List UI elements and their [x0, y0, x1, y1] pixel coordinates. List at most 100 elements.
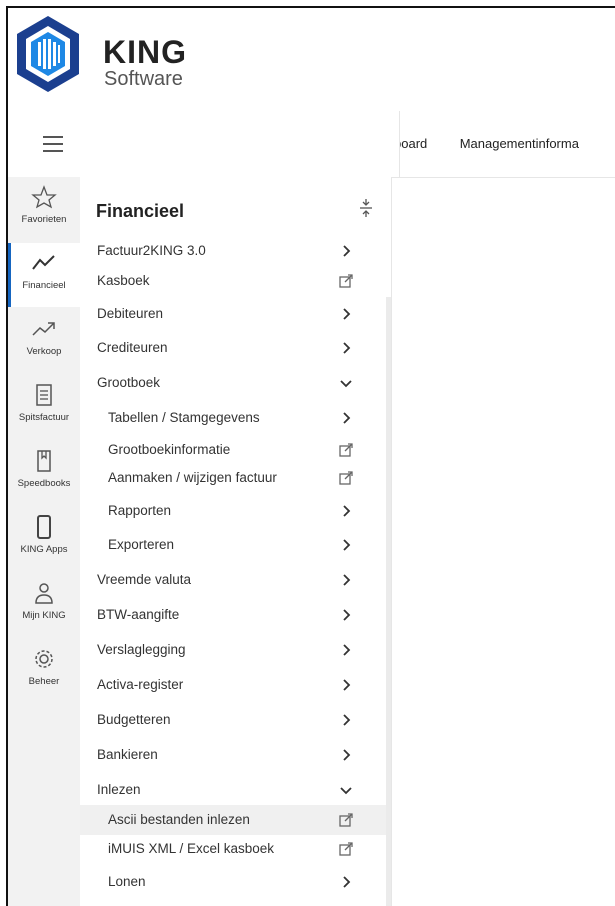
menu-item-label: Kasboek [97, 273, 150, 288]
menu-item-label: Inlezen [97, 782, 141, 797]
rail-item-favorieten[interactable]: Favorieten [8, 177, 80, 241]
external-link-icon [339, 842, 353, 856]
chevron-right-icon [343, 245, 351, 257]
hamburger-menu-icon[interactable] [43, 136, 63, 152]
rail-label: Favorieten [21, 214, 67, 225]
external-link-icon [339, 471, 353, 485]
menu-item[interactable]: Crediteuren [80, 333, 386, 363]
chevron-right-icon [343, 679, 351, 691]
menu-item-label: Ascii bestanden inlezen [108, 812, 250, 827]
rail-item-speedbooks[interactable]: Speedbooks [8, 441, 80, 505]
app-header: KING Software [8, 8, 615, 112]
menu-item-label: Grootboek [97, 375, 161, 390]
chevron-right-icon [343, 714, 351, 726]
frame-border-left [6, 6, 8, 906]
collapse-all-icon[interactable] [359, 198, 373, 218]
user-icon [35, 583, 53, 604]
menu-item-label: Grootboekinformatie [108, 442, 231, 457]
menu-item[interactable]: Bankieren [80, 740, 386, 770]
menu-item[interactable]: iMUIS XML / Excel kasboek [80, 834, 386, 864]
menu-item-label: Budgetteren [97, 712, 171, 727]
menu-scrollbar[interactable] [386, 297, 391, 906]
menu-item-label: Activa-register [97, 677, 184, 692]
menu-item[interactable]: Grootboek [80, 368, 386, 398]
chevron-right-icon [343, 876, 351, 888]
menu-item-label: Debiteuren [97, 306, 164, 321]
rail-label: KING Apps [20, 544, 68, 555]
rail-item-king-apps[interactable]: KING Apps [8, 507, 80, 571]
brand-tagline: Software [104, 68, 183, 90]
menu-item[interactable]: Aanmaken / wijzigen factuur [80, 463, 386, 493]
frame-border-top [6, 6, 615, 8]
rail-label: Spitsfactuur [18, 412, 70, 423]
financieel-menu: Financieel Factuur2KING 3.0 Kasboek Debite… [80, 177, 392, 906]
rail-item-verkoop[interactable]: Verkoop [8, 309, 80, 373]
phone-icon [37, 515, 51, 539]
tab-dashboard[interactable]: board [400, 111, 427, 177]
chevron-right-icon [343, 574, 351, 586]
module-rail: Favorieten Financieel Verkoop Spitsfactu… [8, 177, 80, 906]
external-link-icon [339, 443, 353, 457]
tab-managementinformatie[interactable]: Managementinforma [460, 111, 579, 177]
menu-item[interactable]: Activa-register [80, 670, 386, 700]
menu-item-label: Tabellen / Stamgegevens [108, 410, 260, 425]
menu-item[interactable]: Ascii bestanden inlezen [80, 805, 386, 835]
tab-bar: board Managementinforma [399, 111, 615, 177]
menu-item-label: Vreemde valuta [97, 572, 192, 587]
menu-item-label: Aanmaken / wijzigen factuur [108, 470, 277, 485]
menu-item[interactable]: Tabellen / Stamgegevens [80, 403, 386, 433]
chevron-right-icon [343, 342, 351, 354]
document-icon [36, 384, 52, 406]
menu-item[interactable]: Rapporten [80, 496, 386, 526]
chevron-right-icon [343, 308, 351, 320]
rail-item-beheer[interactable]: Beheer [8, 639, 80, 703]
menu-item-label: Bankieren [97, 747, 158, 762]
menu-title: Financieel [96, 201, 185, 221]
chevron-down-icon [340, 787, 352, 795]
menu-item[interactable]: Vreemde valuta [80, 565, 386, 595]
external-link-icon [339, 813, 353, 827]
menu-item-label: BTW-aangifte [97, 607, 180, 622]
menu-item-label: Verslaglegging [97, 642, 186, 657]
menu-item[interactable]: Factuur2KING 3.0 [80, 236, 386, 266]
menu-item[interactable]: Debiteuren [80, 299, 386, 329]
chevron-right-icon [343, 412, 351, 424]
chevron-right-icon [343, 749, 351, 761]
menu-item-label: Lonen [108, 874, 146, 889]
trend-up-icon [32, 322, 55, 336]
rail-label: Verkoop [26, 346, 62, 357]
brand-name: KING [103, 34, 187, 70]
menu-item-label: iMUIS XML / Excel kasboek [108, 841, 275, 856]
menu-item[interactable]: Budgetteren [80, 705, 386, 735]
chevron-right-icon [343, 539, 351, 551]
menu-item[interactable]: BTW-aangifte [80, 600, 386, 630]
menu-item[interactable]: Kasboek [80, 266, 386, 296]
rail-item-spitsfactuur[interactable]: Spitsfactuur [8, 375, 80, 439]
line-chart-icon [32, 255, 55, 270]
rail-label: Financieel [22, 280, 66, 291]
rail-item-mijn-king[interactable]: Mijn KING [8, 573, 80, 637]
menu-item[interactable]: Exporteren [80, 530, 386, 560]
top-bar: board Managementinforma [8, 111, 615, 178]
star-icon [31, 185, 57, 209]
menu-item-label: Factuur2KING 3.0 [97, 243, 206, 258]
menu-item-label: Crediteuren [97, 340, 168, 355]
chevron-right-icon [343, 644, 351, 656]
menu-item[interactable]: Inlezen [80, 775, 386, 805]
rail-item-financieel[interactable]: Financieel [8, 243, 80, 307]
rail-label: Mijn KING [22, 610, 66, 621]
external-link-icon [339, 274, 353, 288]
menu-item-label: Rapporten [108, 503, 172, 518]
menu-item[interactable]: Verslaglegging [80, 635, 386, 665]
chevron-right-icon [343, 609, 351, 621]
menu-item[interactable]: Lonen [80, 867, 386, 897]
king-logo-icon [17, 16, 79, 92]
gear-icon [35, 650, 53, 668]
book-icon [37, 450, 51, 472]
menu-item[interactable]: Grootboekinformatie [80, 435, 386, 465]
chevron-down-icon [340, 380, 352, 388]
menu-item-label: Exporteren [108, 537, 175, 552]
rail-label: Beheer [28, 676, 60, 687]
chevron-right-icon [343, 505, 351, 517]
app-window: KING Software board Managementinforma Fa… [0, 0, 615, 906]
